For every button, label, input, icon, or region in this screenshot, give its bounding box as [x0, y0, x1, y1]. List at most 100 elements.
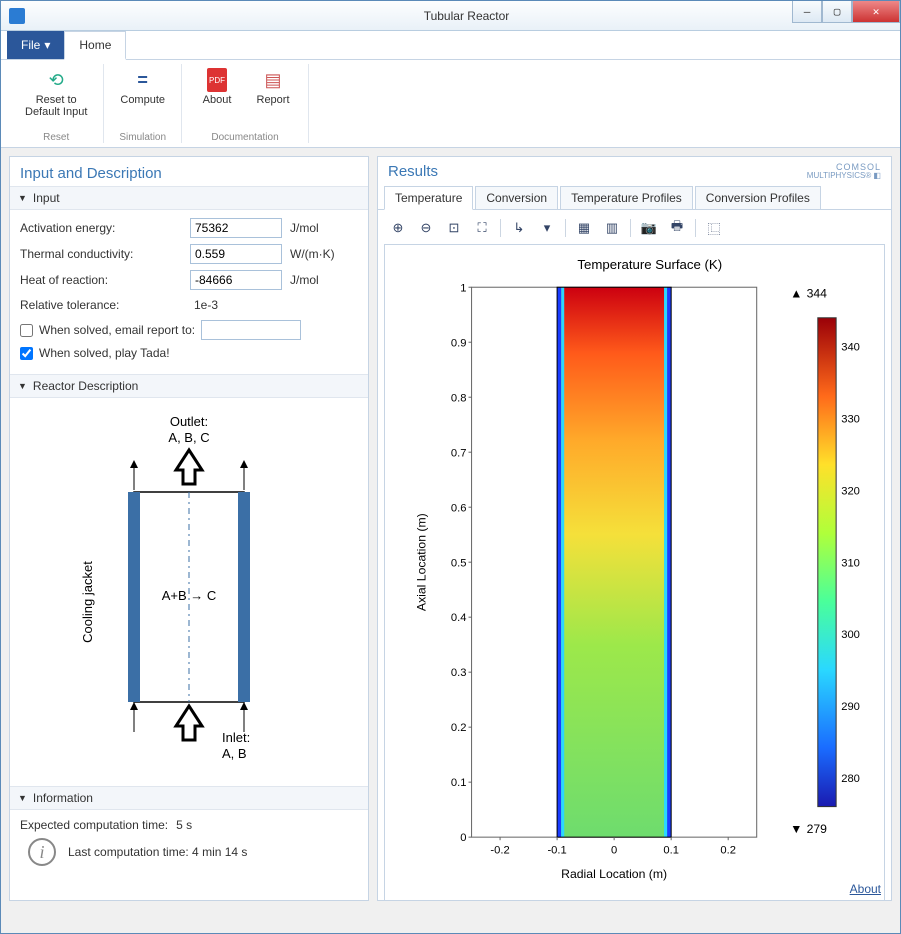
tab-temperature[interactable]: Temperature — [384, 186, 473, 210]
maximize-button[interactable]: ▢ — [822, 1, 852, 23]
svg-text:280: 280 — [841, 773, 860, 785]
comsol-logo: COMSOLMULTIPHYSICS® ◧ — [807, 163, 881, 180]
play-tada-checkbox[interactable] — [20, 347, 33, 360]
grid-icon[interactable]: ▦ — [574, 218, 594, 238]
svg-text:-0.2: -0.2 — [490, 844, 509, 856]
report-button[interactable]: ▤ Report — [248, 64, 298, 132]
app-icon — [9, 8, 25, 24]
svg-text:310: 310 — [841, 557, 860, 569]
expected-time-value: 5 s — [176, 818, 192, 832]
zoom-extents-icon[interactable]: ⛶ — [472, 218, 492, 238]
plot-toolbar: ⊕ ⊖ ⊡ ⛶ ↳ ▾ ▦ ▥ 📷 🖶 ⿺ — [382, 214, 887, 242]
svg-text:A, B, C: A, B, C — [168, 430, 209, 445]
tab-conversion[interactable]: Conversion — [475, 186, 558, 209]
window-title: Tubular Reactor — [33, 9, 900, 23]
heat-of-reaction-input[interactable] — [190, 270, 282, 290]
print-icon[interactable]: 🖶 — [667, 218, 687, 238]
svg-text:0.5: 0.5 — [451, 557, 467, 569]
file-menu[interactable]: File▾ — [7, 31, 64, 59]
thermal-conductivity-label: Thermal conductivity: — [20, 247, 190, 261]
chevron-down-icon[interactable]: ▾ — [537, 218, 557, 238]
svg-text:0.6: 0.6 — [451, 502, 467, 514]
results-panel: Results COMSOLMULTIPHYSICS® ◧ Temperatur… — [377, 156, 892, 901]
heat-of-reaction-label: Heat of reaction: — [20, 273, 190, 287]
input-section-header[interactable]: ▼Input — [10, 186, 368, 210]
svg-text:▲: ▲ — [790, 286, 802, 300]
svg-text:Radial Location (m): Radial Location (m) — [561, 867, 667, 881]
input-panel: Input and Description ▼Input Activation … — [9, 156, 369, 901]
svg-text:0.1: 0.1 — [663, 844, 679, 856]
svg-text:▼: ▼ — [790, 822, 802, 836]
svg-text:0: 0 — [460, 832, 466, 844]
svg-text:0.7: 0.7 — [451, 447, 467, 459]
titlebar: Tubular Reactor — ▢ ✕ — [1, 1, 900, 31]
results-tabs: Temperature Conversion Temperature Profi… — [378, 186, 891, 210]
svg-text:0.3: 0.3 — [451, 667, 467, 679]
input-panel-title: Input and Description — [10, 157, 368, 186]
activation-energy-input[interactable] — [190, 218, 282, 238]
about-button[interactable]: PDF About — [192, 64, 242, 132]
svg-text:Temperature Surface (K): Temperature Surface (K) — [577, 257, 722, 272]
info-section-header[interactable]: ▼Information — [10, 786, 368, 810]
zoom-box-icon[interactable]: ⊡ — [444, 218, 464, 238]
report-icon: ▤ — [261, 68, 285, 92]
svg-text:290: 290 — [841, 701, 860, 713]
reactor-section-header[interactable]: ▼Reactor Description — [10, 374, 368, 398]
expected-time-label: Expected computation time: — [20, 818, 168, 832]
svg-text:300: 300 — [841, 629, 860, 641]
svg-text:330: 330 — [841, 413, 860, 425]
unit-label: W/(m·K) — [290, 247, 335, 261]
compute-button[interactable]: = Compute — [114, 64, 171, 132]
info-icon: i — [28, 838, 56, 866]
svg-text:0.1: 0.1 — [451, 777, 467, 789]
tab-conversion-profiles[interactable]: Conversion Profiles — [695, 186, 821, 209]
svg-text:0.2: 0.2 — [720, 844, 736, 856]
svg-text:Inlet:: Inlet: — [222, 730, 250, 745]
collapse-icon: ▼ — [18, 381, 27, 391]
svg-text:279: 279 — [807, 822, 828, 836]
svg-text:Cooling jacket: Cooling jacket — [80, 561, 95, 643]
email-report-input[interactable] — [201, 320, 301, 340]
tab-temperature-profiles[interactable]: Temperature Profiles — [560, 186, 693, 209]
svg-text:0: 0 — [611, 844, 617, 856]
results-title: Results — [388, 163, 807, 180]
ribbon: ⟲ Reset to Default Input Reset = Compute… — [1, 60, 900, 148]
reset-icon: ⟲ — [44, 68, 68, 92]
relative-tolerance-label: Relative tolerance: — [20, 298, 190, 312]
plot-box: Temperature Surface (K) — [384, 244, 885, 901]
axes-icon[interactable]: ↳ — [509, 218, 529, 238]
arrange-icon[interactable]: ⿺ — [704, 218, 724, 238]
svg-text:Outlet:: Outlet: — [170, 414, 208, 429]
chevron-down-icon: ▾ — [44, 38, 50, 52]
unit-label: J/mol — [290, 221, 319, 235]
temperature-surface-plot: Temperature Surface (K) — [385, 245, 884, 900]
minimize-button[interactable]: — — [792, 1, 822, 23]
legend-icon[interactable]: ▥ — [602, 218, 622, 238]
zoom-out-icon[interactable]: ⊖ — [416, 218, 436, 238]
reactor-diagram: Outlet: A, B, C A+B → C — [74, 412, 304, 772]
svg-text:0.9: 0.9 — [451, 337, 467, 349]
svg-text:Axial Location (m): Axial Location (m) — [415, 513, 429, 611]
svg-text:A, B: A, B — [222, 746, 247, 761]
svg-text:340: 340 — [841, 342, 860, 354]
unit-label: J/mol — [290, 273, 319, 287]
email-report-checkbox[interactable] — [20, 324, 33, 337]
svg-text:1: 1 — [460, 282, 466, 294]
reset-to-default-button[interactable]: ⟲ Reset to Default Input — [19, 64, 93, 132]
activation-energy-label: Activation energy: — [20, 221, 190, 235]
svg-text:0.2: 0.2 — [451, 722, 467, 734]
thermal-conductivity-input[interactable] — [190, 244, 282, 264]
tab-home[interactable]: Home — [64, 31, 126, 60]
svg-text:0.8: 0.8 — [451, 392, 467, 404]
svg-text:A+B → C: A+B → C — [162, 588, 217, 603]
about-link[interactable]: About — [850, 882, 881, 896]
zoom-in-icon[interactable]: ⊕ — [388, 218, 408, 238]
svg-text:-0.1: -0.1 — [547, 844, 566, 856]
snapshot-icon[interactable]: 📷 — [639, 218, 659, 238]
svg-text:344: 344 — [807, 286, 828, 300]
collapse-icon: ▼ — [18, 193, 27, 203]
compute-icon: = — [131, 68, 155, 92]
pdf-icon: PDF — [207, 68, 227, 92]
close-button[interactable]: ✕ — [852, 1, 900, 23]
email-report-label: When solved, email report to: — [39, 323, 195, 337]
